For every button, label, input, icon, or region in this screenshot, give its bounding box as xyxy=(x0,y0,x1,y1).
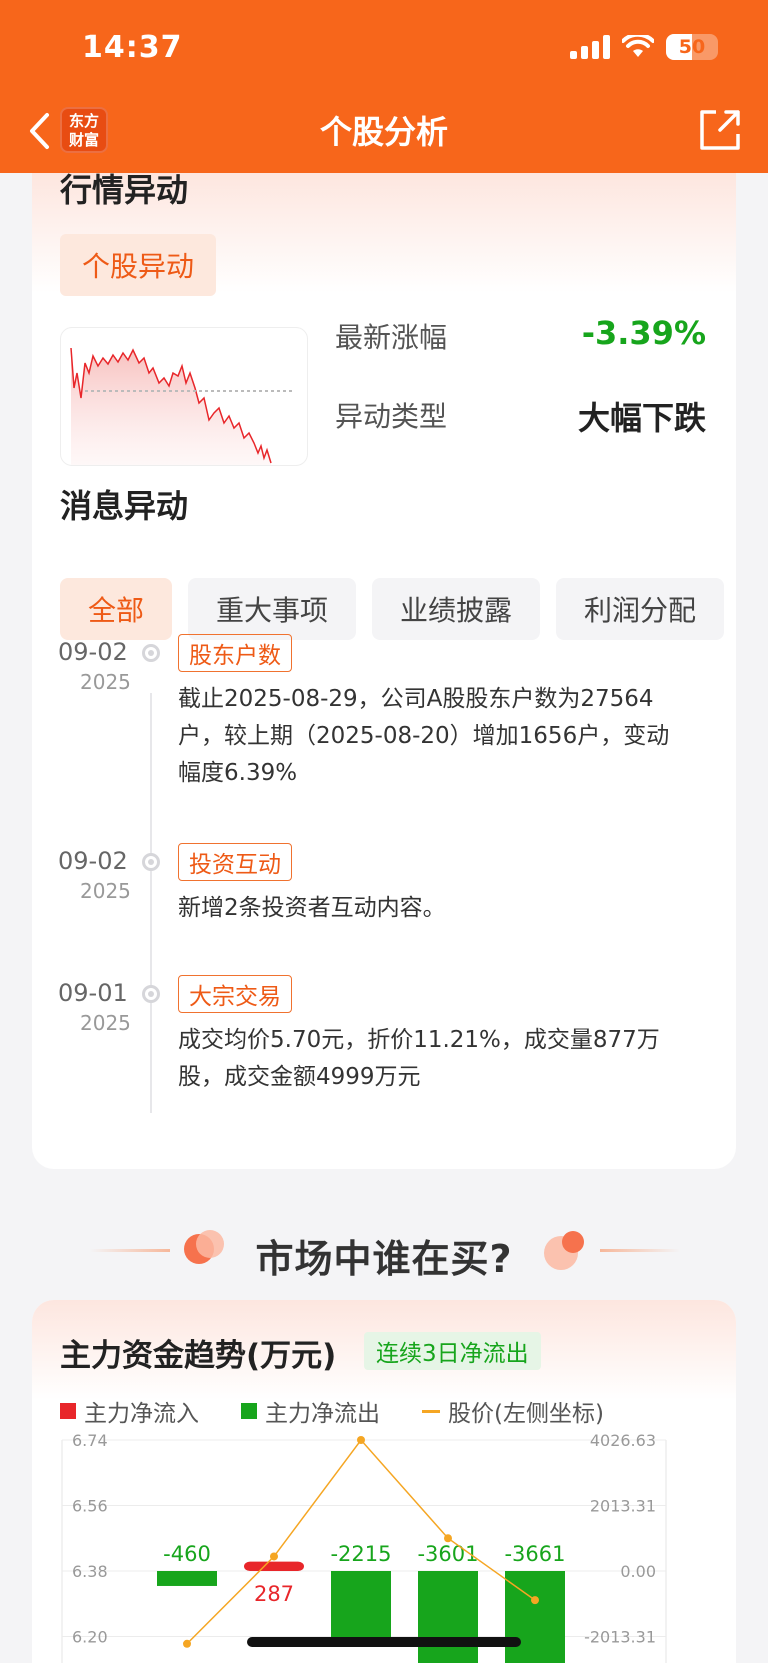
news-content[interactable]: 新增2条投资者互动内容。 xyxy=(178,890,698,927)
intraday-sparkline[interactable] xyxy=(60,327,308,466)
home-indicator xyxy=(247,1637,521,1647)
latest-change-value: -3.39% xyxy=(581,314,706,352)
timeline-dot xyxy=(142,985,160,1003)
anomaly-type-label: 异动类型 xyxy=(335,400,448,433)
news-content[interactable]: 截止2025-08-29，公司A股股东户数为27564 户，较上期（2025-0… xyxy=(178,681,698,792)
title-decoration-line xyxy=(600,1249,680,1252)
filter-major-events[interactable]: 重大事项 xyxy=(188,578,357,640)
filter-all[interactable]: 全部 xyxy=(60,578,173,640)
timeline-year: 2025 xyxy=(80,670,131,694)
right-axis-tick: -2013.31 xyxy=(584,1628,656,1647)
right-axis-tick: 0.00 xyxy=(620,1562,656,1581)
header-bar: 14:37 50 东方 财富 个股分析 xyxy=(0,0,768,173)
left-axis-tick: 6.56 xyxy=(72,1497,108,1516)
timeline-line xyxy=(150,693,152,1113)
timeline-year: 2025 xyxy=(80,1011,131,1035)
fund-trend-card: 主力资金趋势(万元) 连续3日净流出 主力净流入 主力净流出 股价(左侧坐标) … xyxy=(32,1300,736,1663)
chart-legend: 主力净流入 主力净流出 股价(左侧坐标) xyxy=(60,1394,604,1428)
filter-dividends[interactable]: 利润分配 xyxy=(556,578,725,640)
fund-flow-label: 287 xyxy=(254,1582,294,1606)
price-point[interactable] xyxy=(183,1639,191,1648)
news-content[interactable]: 成交均价5.70元，折价11.21%，成交量877万 股，成交金额4999万元 xyxy=(178,1022,698,1096)
net-outflow-badge: 连续3日净流出 xyxy=(364,1332,541,1370)
title-decoration-ball xyxy=(562,1231,584,1253)
anomaly-card: 行情异动 个股异动 最新涨幅 -3.39% 异动类型 大幅下跌 消息异动 全部 … xyxy=(32,173,736,1169)
news-filter-tabs: 全部 重大事项 业绩披露 利润分配 xyxy=(60,578,736,640)
timeline-date: 09-02 xyxy=(58,638,128,666)
timeline-dot xyxy=(142,853,160,871)
wifi-icon xyxy=(622,35,654,57)
price-point[interactable] xyxy=(531,1596,539,1605)
fund-flow-bar[interactable] xyxy=(418,1571,478,1663)
legend-inflow[interactable]: 主力净流入 xyxy=(60,1394,199,1428)
tab-stock-anomaly[interactable]: 个股异动 xyxy=(60,234,216,296)
timeline-dot xyxy=(142,644,160,662)
fund-flow-label: -2215 xyxy=(330,1542,391,1566)
timeline-year: 2025 xyxy=(80,879,131,903)
news-tag[interactable]: 投资互动 xyxy=(178,843,292,881)
page-title: 个股分析 xyxy=(319,113,448,151)
news-tag[interactable]: 股东户数 xyxy=(178,634,292,672)
price-point[interactable] xyxy=(444,1534,452,1543)
price-point[interactable] xyxy=(270,1552,278,1561)
right-axis-tick: 2013.31 xyxy=(590,1497,656,1516)
share-button[interactable] xyxy=(696,106,744,154)
right-axis-tick: 4026.63 xyxy=(590,1431,656,1450)
filter-earnings[interactable]: 业绩披露 xyxy=(372,578,541,640)
news-anomaly-heading: 消息异动 xyxy=(60,487,189,525)
market-section-title: 市场中谁在买? xyxy=(255,1237,513,1281)
cellular-signal-icon xyxy=(570,35,610,59)
status-time: 14:37 xyxy=(82,30,183,65)
fund-flow-bar[interactable] xyxy=(157,1571,217,1586)
fund-flow-bar[interactable] xyxy=(331,1571,391,1644)
fund-flow-label: -3661 xyxy=(504,1542,565,1566)
left-axis-tick: 6.74 xyxy=(72,1431,108,1450)
legend-outflow[interactable]: 主力净流出 xyxy=(241,1394,380,1428)
status-icons: 50 xyxy=(570,34,718,60)
anomaly-type-value: 大幅下跌 xyxy=(577,399,706,437)
latest-change-label: 最新涨幅 xyxy=(335,321,448,354)
share-icon xyxy=(700,110,740,150)
price-point[interactable] xyxy=(357,1436,365,1444)
left-axis-tick: 6.38 xyxy=(72,1562,108,1581)
battery-icon: 50 xyxy=(666,34,718,60)
legend-price[interactable]: 股价(左侧坐标) xyxy=(422,1394,604,1428)
timeline-date: 09-02 xyxy=(58,847,128,875)
timeline-date: 09-01 xyxy=(58,979,128,1007)
fund-trend-title: 主力资金趋势(万元) xyxy=(60,1338,337,1374)
news-tag[interactable]: 大宗交易 xyxy=(178,975,292,1013)
left-axis-tick: 6.20 xyxy=(72,1628,108,1647)
fund-flow-label: -460 xyxy=(163,1542,211,1566)
fund-trend-chart[interactable]: 6.74 6.56 6.38 6.20 4026.63 2013.31 0.00 -2013.… xyxy=(32,1430,736,1663)
fund-flow-bar[interactable] xyxy=(244,1561,304,1572)
quote-anomaly-heading: 行情异动 xyxy=(60,173,189,209)
